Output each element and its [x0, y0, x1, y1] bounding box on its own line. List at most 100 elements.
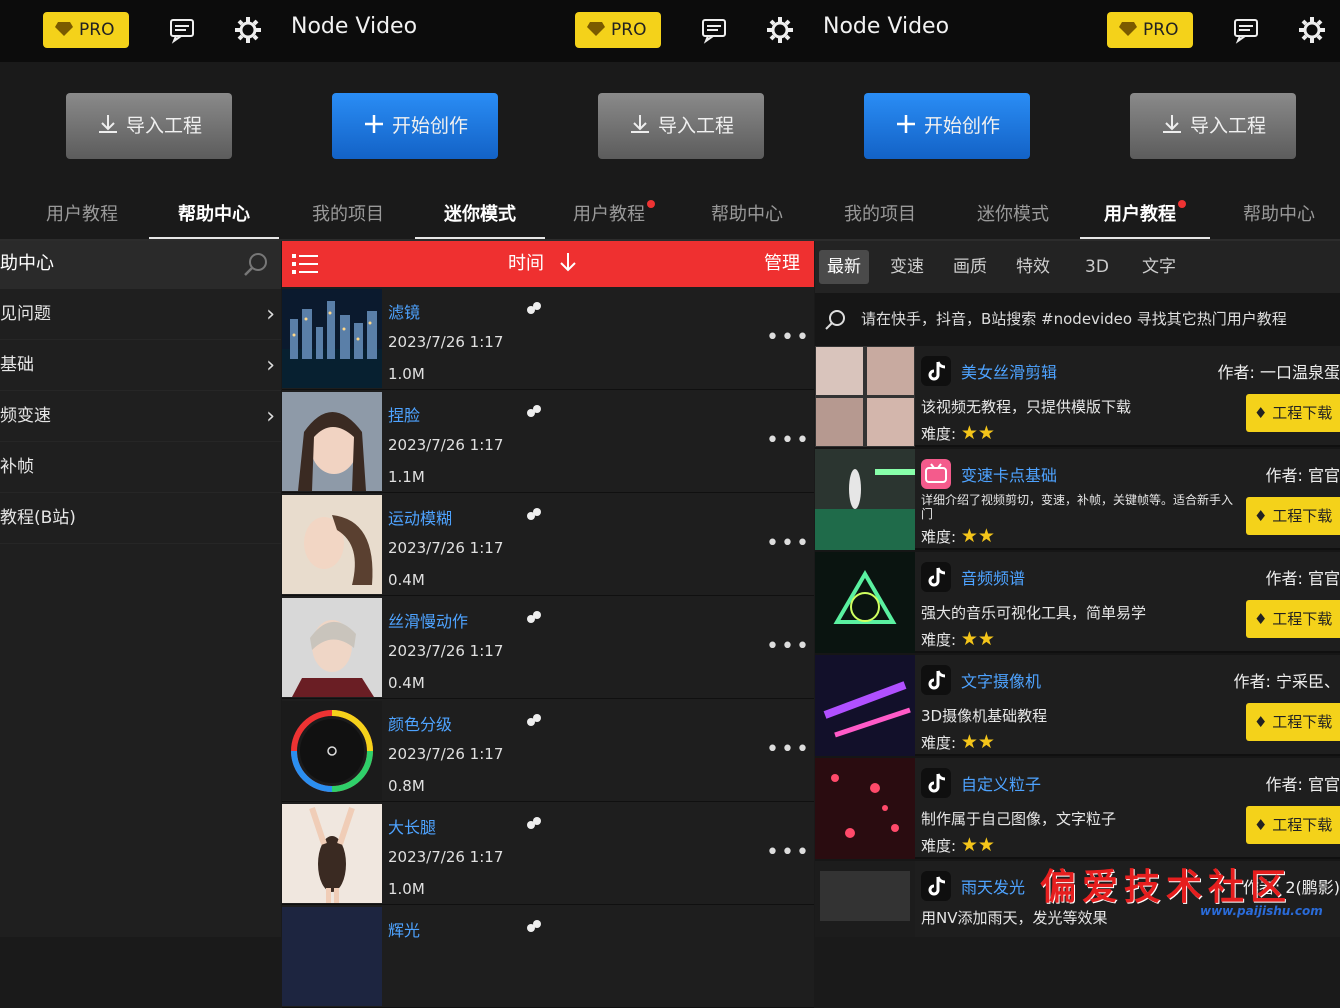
pro-button[interactable]: PRO: [1107, 12, 1193, 48]
top-bar: PRO Node Video PRO Node Video PRO: [0, 0, 1340, 62]
project-download-button[interactable]: ♦ 工程下载: [1246, 394, 1340, 432]
app-title: Node Video: [823, 14, 950, 39]
category-effects[interactable]: 特效: [1008, 250, 1058, 284]
tutorial-thumbnail: [815, 449, 915, 550]
more-options-icon[interactable]: •••: [766, 840, 811, 865]
project-row[interactable]: 丝滑慢动作 2023/7/26 1:17 0.4M •••: [282, 596, 814, 699]
tab-label: 迷你模式: [444, 204, 516, 225]
tutorial-row[interactable]: 文字摄像机 作者: 宁采臣、 3D摄像机基础教程 难度: ★★ ♦ 工程下载: [815, 655, 1340, 756]
project-row[interactable]: 捏脸 2023/7/26 1:17 1.1M •••: [282, 390, 814, 493]
tab-help-center[interactable]: 帮助中心: [149, 200, 279, 240]
tutorial-row[interactable]: 变速卡点基础 作者: 官官 详细介绍了视频剪切，变速，补帧，关键帧等。适合新手入…: [815, 449, 1340, 550]
more-options-icon[interactable]: •••: [766, 428, 811, 453]
share-icon[interactable]: [526, 816, 542, 832]
more-options-icon[interactable]: •••: [766, 325, 811, 350]
tab-label: 迷你模式: [977, 204, 1049, 225]
project-date: 2023/7/26 1:17: [388, 436, 504, 454]
tab-tutorial[interactable]: 用户教程: [1080, 200, 1210, 240]
share-icon[interactable]: [526, 507, 542, 523]
project-download-button[interactable]: ♦ 工程下载: [1246, 600, 1340, 638]
diamond-icon: [55, 22, 73, 36]
tutorial-search[interactable]: 请在快手，抖音，B站搜索 #nodevideo 寻找其它热门用户教程: [815, 297, 1340, 341]
sort-by-time[interactable]: 时间: [508, 241, 578, 287]
list-icon[interactable]: [292, 253, 318, 275]
tutorial-thumbnail: [815, 346, 915, 447]
help-item[interactable]: 见问题 ›: [0, 289, 281, 340]
project-date: 2023/7/26 1:17: [388, 333, 504, 351]
search-icon[interactable]: [243, 252, 269, 278]
gear-icon[interactable]: [1298, 16, 1326, 44]
share-icon[interactable]: [526, 301, 542, 317]
project-row[interactable]: 颜色分级 2023/7/26 1:17 0.8M •••: [282, 699, 814, 802]
help-item[interactable]: 频变速 ›: [0, 391, 281, 442]
tab-mini-mode[interactable]: 迷你模式: [415, 200, 545, 240]
start-create-button[interactable]: 开始创作: [864, 93, 1030, 159]
gear-icon[interactable]: [766, 16, 794, 44]
project-row[interactable]: 滤镜 2023/7/26 1:17 1.0M •••: [282, 287, 814, 390]
category-3d[interactable]: 3D: [1077, 250, 1117, 284]
import-project-button[interactable]: 导入工程: [598, 93, 764, 159]
tutorial-row[interactable]: 音频频谱 作者: 官官 强大的音乐可视化工具，简单易学 难度: ★★ ♦ 工程下…: [815, 552, 1340, 653]
import-label: 导入工程: [657, 115, 734, 137]
message-icon[interactable]: [168, 16, 196, 44]
watermark-url: www.paijishu.com: [1200, 904, 1323, 918]
share-icon[interactable]: [526, 713, 542, 729]
project-size: 0.4M: [388, 571, 425, 589]
project-download-button[interactable]: ♦ 工程下载: [1246, 806, 1340, 844]
project-row[interactable]: 辉光: [282, 905, 814, 1008]
project-thumbnail: [282, 701, 382, 800]
help-item[interactable]: 基础 ›: [0, 340, 281, 391]
help-center-title: 助中心: [0, 253, 54, 274]
tutorial-description: 该视频无教程，只提供模版下载: [921, 398, 1132, 416]
tab-tutorial[interactable]: 用户教程: [17, 200, 147, 240]
tab-tutorial[interactable]: 用户教程: [549, 200, 679, 240]
project-list-header: 时间 管理: [282, 241, 814, 287]
tutorial-author: 作者: 官官: [1265, 569, 1340, 588]
import-project-button[interactable]: 导入工程: [1130, 93, 1296, 159]
download-label: 工程下载: [1272, 404, 1333, 422]
tab-my-projects[interactable]: 我的项目: [283, 200, 413, 240]
help-item[interactable]: 教程(B站): [0, 493, 281, 544]
share-icon[interactable]: [526, 919, 542, 935]
pro-button[interactable]: PRO: [43, 12, 129, 48]
project-row[interactable]: 运动模糊 2023/7/26 1:17 0.4M •••: [282, 493, 814, 596]
tab-help-center[interactable]: 帮助中心: [1214, 200, 1340, 240]
start-create-button[interactable]: 开始创作: [332, 93, 498, 159]
tutorial-row[interactable]: 美女丝滑剪辑 作者: 一口温泉蛋 该视频无教程，只提供模版下载 难度: ★★ ♦…: [815, 346, 1340, 447]
more-options-icon[interactable]: •••: [766, 634, 811, 659]
help-center-header: 助中心: [0, 241, 281, 289]
tutorial-author: 作者: 官官: [1265, 775, 1340, 794]
project-size: 0.8M: [388, 777, 425, 795]
tutorial-category-bar: 最新 变速 画质 特效 3D 文字: [815, 241, 1340, 293]
import-project-button[interactable]: 导入工程: [66, 93, 232, 159]
tab-mini-mode[interactable]: 迷你模式: [948, 200, 1078, 240]
chevron-right-icon: ›: [266, 302, 275, 327]
manage-button[interactable]: 管理: [764, 241, 800, 287]
more-options-icon[interactable]: •••: [766, 737, 811, 762]
help-item[interactable]: 补帧: [0, 442, 281, 493]
gear-icon[interactable]: [234, 16, 262, 44]
more-options-icon[interactable]: •••: [766, 531, 811, 556]
project-download-button[interactable]: ♦ 工程下载: [1246, 497, 1340, 535]
project-date: 2023/7/26 1:17: [388, 642, 504, 660]
project-row[interactable]: 大长腿 2023/7/26 1:17 1.0M •••: [282, 802, 814, 905]
message-icon[interactable]: [700, 16, 728, 44]
share-icon[interactable]: [526, 610, 542, 626]
project-name: 辉光: [388, 921, 421, 940]
tab-my-projects[interactable]: 我的项目: [815, 200, 945, 240]
project-download-button[interactable]: ♦ 工程下载: [1246, 703, 1340, 741]
project-size: 1.0M: [388, 365, 425, 383]
category-latest[interactable]: 最新: [819, 250, 869, 284]
message-icon[interactable]: [1232, 16, 1260, 44]
category-speed[interactable]: 变速: [882, 250, 932, 284]
difficulty: 难度: ★★: [921, 628, 995, 650]
category-text[interactable]: 文字: [1134, 250, 1184, 284]
douyin-logo-icon: [921, 665, 951, 695]
project-date: 2023/7/26 1:17: [388, 848, 504, 866]
share-icon[interactable]: [526, 404, 542, 420]
category-quality[interactable]: 画质: [945, 250, 995, 284]
tutorial-row[interactable]: 自定义粒子 作者: 官官 制作属于自己图像，文字粒子 难度: ★★ ♦ 工程下载: [815, 758, 1340, 859]
pro-button[interactable]: PRO: [575, 12, 661, 48]
tab-help-center[interactable]: 帮助中心: [682, 200, 812, 240]
star-icon: ★★: [960, 834, 995, 856]
